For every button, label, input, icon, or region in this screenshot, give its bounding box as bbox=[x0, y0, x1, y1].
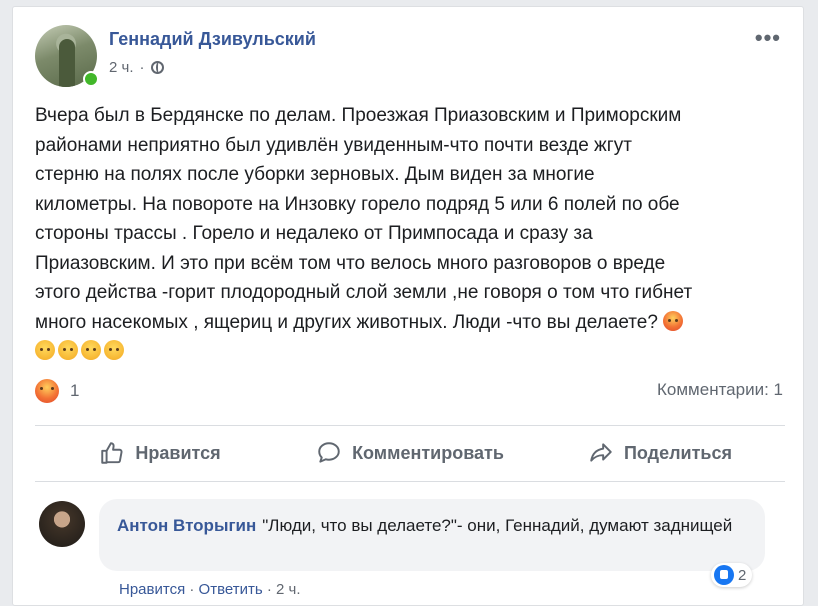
share-label: Поделиться bbox=[623, 442, 733, 463]
comment-bubble: Антон Вторыгин "Люди, что вы делаете?"- о… bbox=[99, 499, 765, 571]
sad-emoji-icon bbox=[58, 340, 78, 360]
post-text-line: стерню на полях после уборки зерновых. Д… bbox=[35, 164, 595, 185]
avatar-figure bbox=[59, 39, 75, 87]
commenter-name[interactable]: Антон Вторыгин bbox=[117, 516, 256, 535]
share-icon bbox=[590, 443, 612, 462]
post-text-line: Вчера был в Бердянске по делам. Проезжая… bbox=[35, 105, 682, 126]
online-status-icon bbox=[83, 71, 99, 87]
reaction-count: 1 bbox=[70, 381, 80, 400]
sad-emoji-icon bbox=[104, 340, 124, 360]
comment-time[interactable]: 2 ч. bbox=[276, 581, 301, 598]
share-button[interactable]: Поделиться bbox=[535, 429, 785, 477]
post-text-line: километры. На повороте на Инзовку горело… bbox=[35, 193, 680, 215]
thumbs-up-icon bbox=[101, 442, 123, 464]
divider bbox=[35, 481, 785, 482]
post-header: Геннадий Дзивульский 2 ч. · ••• bbox=[35, 25, 785, 87]
post-reactions[interactable]: 1 bbox=[35, 379, 79, 403]
divider bbox=[35, 425, 785, 426]
footer-separator: · bbox=[266, 581, 277, 598]
more-options-icon[interactable]: ••• bbox=[755, 25, 781, 51]
comment-text: "Люди, что вы делаете?"- они, Геннадий, … bbox=[262, 516, 733, 535]
angry-reaction-icon bbox=[35, 379, 59, 403]
emoji-row bbox=[35, 337, 775, 367]
comment-reaction-count: 2 bbox=[738, 566, 747, 584]
footer-separator: · bbox=[189, 581, 199, 598]
post-text-line: стороны трассы . Горело и недалеко от Пр… bbox=[35, 223, 593, 244]
post-time[interactable]: 2 ч. bbox=[109, 59, 134, 76]
comment-reply-link[interactable]: Ответить bbox=[199, 581, 263, 598]
comment-like-link[interactable]: Нравится bbox=[119, 581, 185, 598]
author-name[interactable]: Геннадий Дзивульский bbox=[109, 29, 316, 50]
post-text-last: много насекомых , ящериц и других животн… bbox=[35, 308, 775, 338]
comment-label: Комментировать bbox=[352, 442, 504, 463]
post-text-line: этого действа -горит плодородный слой зе… bbox=[35, 282, 693, 303]
post-text-line: районами неприятно был удивлён увиденным… bbox=[35, 134, 632, 156]
post-text: Вчера был в Бердянске по делам. Проезжая… bbox=[35, 101, 775, 367]
action-bar: Нравится Комментировать Поделиться bbox=[35, 429, 785, 477]
sad-emoji-icon bbox=[81, 340, 101, 360]
post-card: Геннадий Дзивульский 2 ч. · ••• Вчера бы… bbox=[12, 6, 804, 606]
sad-emoji-icon bbox=[35, 340, 55, 360]
comment-button[interactable]: Комментировать bbox=[285, 429, 535, 477]
like-label: Нравится bbox=[135, 442, 221, 463]
globe-icon[interactable] bbox=[150, 61, 164, 74]
angry-emoji-icon bbox=[663, 310, 684, 331]
post-text-line: Приазовским. И это при всём том что вело… bbox=[35, 252, 666, 274]
post-meta: 2 ч. · bbox=[109, 59, 164, 76]
comment-icon bbox=[318, 442, 340, 463]
commenter-avatar[interactable] bbox=[39, 501, 85, 547]
post-text-line: много насекомых , ящериц и других животн… bbox=[35, 311, 658, 333]
like-button[interactable]: Нравится bbox=[35, 429, 285, 477]
comments-count-link[interactable]: Комментарии: 1 bbox=[657, 380, 783, 400]
like-reaction-icon bbox=[714, 565, 734, 585]
meta-separator: · bbox=[139, 59, 145, 76]
comment-footer: Нравится · Ответить · 2 ч. bbox=[119, 581, 301, 598]
comment-reactions[interactable]: 2 bbox=[711, 563, 753, 587]
